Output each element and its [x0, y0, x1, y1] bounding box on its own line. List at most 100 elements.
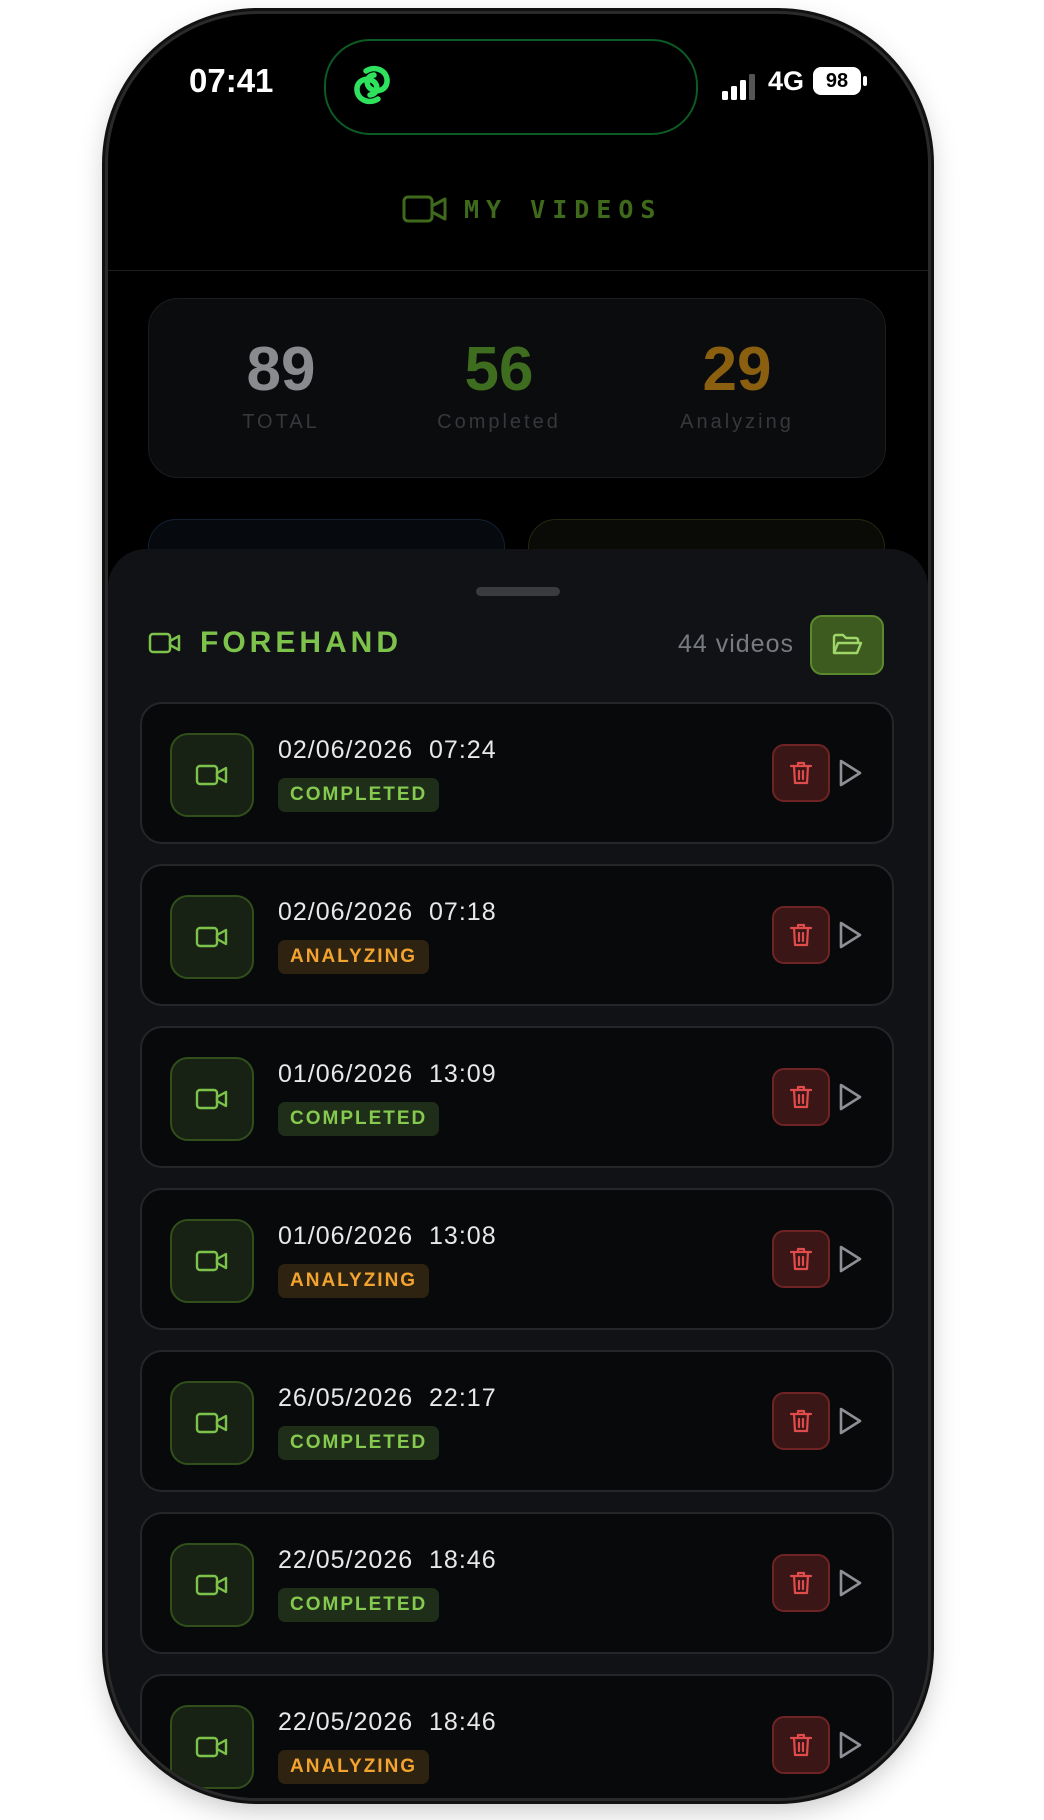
video-thumbnail [170, 1705, 254, 1789]
page-header: MY VIDEOS [108, 154, 928, 271]
video-datetime: 26/05/2026 22:17 [278, 1384, 497, 1413]
video-list-item[interactable]: 01/06/2026 13:09 COMPLETED [140, 1026, 894, 1168]
video-camera-icon [402, 195, 447, 223]
cellular-signal-icon [722, 74, 755, 100]
status-badge: ANALYZING [278, 940, 430, 974]
video-date: 02/06/2026 [278, 898, 414, 926]
play-icon[interactable] [836, 1244, 864, 1274]
video-thumbnail [170, 1219, 254, 1303]
status-badge: ANALYZING [278, 1750, 430, 1784]
status-badge: COMPLETED [278, 1102, 440, 1136]
video-list-item[interactable]: 02/06/2026 07:24 COMPLETED [140, 702, 894, 844]
play-icon[interactable] [836, 1406, 864, 1436]
section-title: FOREHAND [200, 626, 402, 659]
video-date: 01/06/2026 [278, 1222, 414, 1250]
trash-icon [789, 1571, 813, 1595]
status-badge: ANALYZING [278, 1264, 430, 1298]
trash-icon [789, 923, 813, 947]
status-badge: COMPLETED [278, 1588, 440, 1622]
video-time: 22:17 [429, 1384, 497, 1412]
stat-total-value: 89 [246, 335, 316, 404]
play-icon[interactable] [836, 1082, 864, 1112]
page-title: MY VIDEOS [464, 194, 663, 224]
video-camera-icon [195, 926, 228, 948]
video-thumbnail [170, 1057, 254, 1141]
stat-analyzing-label: Analyzing [680, 411, 794, 433]
video-time: 07:18 [429, 898, 497, 926]
stat-completed-label: Completed [437, 411, 561, 433]
video-thumbnail [170, 1543, 254, 1627]
video-time: 07:24 [429, 736, 497, 764]
battery-cap [863, 76, 867, 86]
delete-button[interactable] [772, 1554, 830, 1612]
video-camera-icon [195, 1412, 228, 1434]
video-camera-icon [148, 632, 181, 654]
video-time: 18:46 [429, 1708, 497, 1736]
video-datetime: 22/05/2026 18:46 [278, 1708, 497, 1737]
video-camera-icon [195, 764, 228, 786]
video-camera-icon [195, 1250, 228, 1272]
delete-button[interactable] [772, 1230, 830, 1288]
play-icon[interactable] [836, 1730, 864, 1760]
stat-completed: 56 Completed [399, 337, 599, 434]
stat-total-label: TOTAL [242, 411, 320, 433]
video-list-item[interactable]: 01/06/2026 13:08 ANALYZING [140, 1188, 894, 1330]
video-list-item[interactable]: 22/05/2026 18:46 ANALYZING [140, 1674, 894, 1798]
stat-analyzing-value: 29 [702, 335, 772, 404]
video-time: 13:08 [429, 1222, 497, 1250]
folder-open-icon [832, 633, 863, 655]
delete-button[interactable] [772, 1068, 830, 1126]
status-time: 07:41 [189, 62, 274, 99]
video-list-item[interactable]: 22/05/2026 18:46 COMPLETED [140, 1512, 894, 1654]
video-datetime: 02/06/2026 07:24 [278, 736, 497, 765]
video-datetime: 01/06/2026 13:08 [278, 1222, 497, 1251]
videos-sheet: FOREHAND 44 videos 02/06/2026 07:24 COMPL… [108, 549, 928, 1798]
open-folder-button[interactable] [810, 615, 884, 675]
section-header: FOREHAND 44 videos [148, 615, 884, 675]
battery-level: 98 [825, 70, 849, 92]
delete-button[interactable] [772, 744, 830, 802]
video-time: 18:46 [429, 1546, 497, 1574]
video-thumbnail [170, 1381, 254, 1465]
network-label: 4G [768, 66, 805, 96]
app-logo-icon [354, 65, 390, 105]
delete-button[interactable] [772, 1716, 830, 1774]
video-date: 26/05/2026 [278, 1384, 414, 1412]
video-date: 22/05/2026 [278, 1546, 414, 1574]
dynamic-island [324, 39, 698, 135]
delete-button[interactable] [772, 1392, 830, 1450]
trash-icon [789, 1247, 813, 1271]
video-datetime: 22/05/2026 18:46 [278, 1546, 497, 1575]
video-list-item[interactable]: 26/05/2026 22:17 COMPLETED [140, 1350, 894, 1492]
video-date: 22/05/2026 [278, 1708, 414, 1736]
stats-card: 89 TOTAL 56 Completed 29 Analyzing [148, 298, 886, 478]
video-time: 13:09 [429, 1060, 497, 1088]
video-datetime: 01/06/2026 13:09 [278, 1060, 497, 1089]
play-icon[interactable] [836, 920, 864, 950]
delete-button[interactable] [772, 906, 830, 964]
status-badge: COMPLETED [278, 1426, 440, 1460]
trash-icon [789, 1409, 813, 1433]
trash-icon [789, 1733, 813, 1757]
stat-completed-value: 56 [464, 335, 534, 404]
trash-icon [789, 761, 813, 785]
video-thumbnail [170, 895, 254, 979]
video-thumbnail [170, 733, 254, 817]
play-icon[interactable] [836, 758, 864, 788]
phone-frame: 07:41 4G 98 MY VIDEOS 89 TOTAL 56 Comple… [108, 14, 928, 1798]
video-count: 44 videos [677, 630, 794, 658]
status-badge: COMPLETED [278, 778, 440, 812]
play-icon[interactable] [836, 1568, 864, 1598]
video-date: 02/06/2026 [278, 736, 414, 764]
video-camera-icon [195, 1574, 228, 1596]
video-list-item[interactable]: 02/06/2026 07:18 ANALYZING [140, 864, 894, 1006]
sheet-grabber[interactable] [476, 587, 560, 596]
video-date: 01/06/2026 [278, 1060, 414, 1088]
video-camera-icon [195, 1736, 228, 1758]
video-camera-icon [195, 1088, 228, 1110]
stat-analyzing: 29 Analyzing [637, 337, 837, 434]
stat-total: 89 TOTAL [181, 337, 381, 434]
video-datetime: 02/06/2026 07:18 [278, 898, 497, 927]
battery-indicator: 98 [813, 67, 861, 95]
trash-icon [789, 1085, 813, 1109]
